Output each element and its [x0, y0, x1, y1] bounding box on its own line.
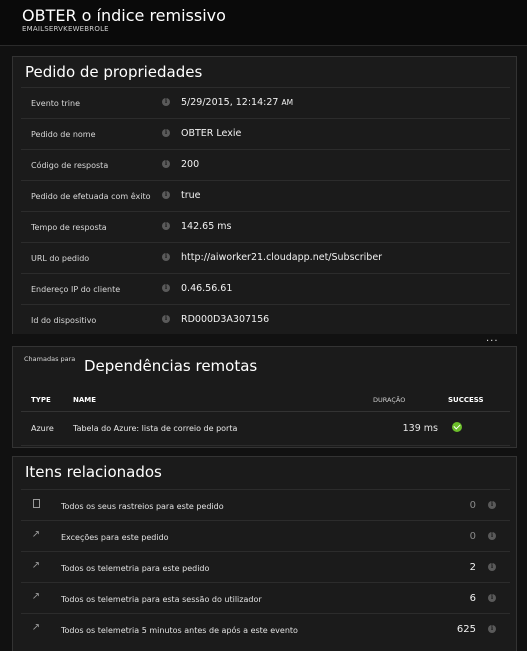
property-value: 5/29/2015, 12:14:27 AM — [181, 97, 294, 108]
arrow-link-icon: ↗ — [31, 622, 41, 633]
related-item-label: Exceções para este pedido — [61, 533, 169, 542]
property-row-client-ip: Endereço IP do cliente i 0.46.56.61 — [21, 273, 510, 304]
info-icon[interactable]: i — [162, 129, 170, 137]
related-item[interactable]: ↗ Todos os telemetria para esta sessão d… — [21, 582, 510, 613]
info-icon[interactable]: i — [162, 284, 170, 292]
column-header-duration[interactable]: DURAÇÃO — [373, 389, 448, 412]
arrow-link-icon: ↗ — [31, 560, 41, 571]
table-header-row: TYPE NAME DURAÇÃO SUCCESS — [21, 389, 510, 412]
info-icon[interactable]: i — [162, 253, 170, 261]
dependency-duration: 139 ms — [373, 411, 448, 446]
property-value: 0.46.56.61 — [181, 283, 233, 294]
property-value: true — [181, 190, 201, 201]
property-value: RD000D3A307156 — [181, 314, 270, 325]
dependency-success — [448, 411, 510, 446]
related-item[interactable]: ↗ Todos os telemetria para este pedido 2… — [21, 551, 510, 582]
info-icon[interactable]: i — [162, 191, 170, 199]
property-label: Evento trine — [31, 99, 80, 108]
info-icon[interactable]: i — [488, 563, 496, 571]
remote-dependencies-title: Dependências remotas — [84, 357, 258, 375]
property-row-request-name: Pedido de nome i OBTER Lexie — [21, 118, 510, 149]
related-item-label: Todos os telemetria 5 minutos antes de a… — [61, 626, 298, 635]
property-label: Pedido de efetuada com êxito — [31, 192, 151, 201]
dependencies-table: TYPE NAME DURAÇÃO SUCCESS Azure Tabela d… — [21, 389, 510, 446]
related-item-count: 0 — [469, 500, 476, 511]
info-icon[interactable]: i — [162, 315, 170, 323]
remote-dependencies-panel: Dependências remotas TYPE NAME DURAÇÃO S… — [12, 346, 517, 448]
column-header-success[interactable]: SUCCESS — [448, 389, 510, 412]
related-item-count: 2 — [469, 562, 476, 573]
property-value[interactable]: http://aiworker21.cloudapp.net/Subscribe… — [181, 252, 382, 263]
property-value: 142.65 ms — [181, 221, 232, 232]
request-properties-title: Pedido de propriedades — [25, 63, 203, 81]
property-label: Id do dispositivo — [31, 316, 97, 325]
related-item-count: 625 — [456, 624, 476, 635]
property-row-response-time: Tempo de resposta i 142.65 ms — [21, 211, 510, 242]
info-icon[interactable]: i — [162, 160, 170, 168]
success-check-icon — [452, 422, 462, 432]
page-subtitle: EMAILSERVKEWEBROLE — [22, 25, 109, 33]
more-button[interactable]: ... — [486, 333, 499, 344]
info-icon[interactable]: i — [488, 594, 496, 602]
related-item-label: Todos os telemetria para esta sessão do … — [61, 595, 262, 604]
related-item-count: 6 — [469, 593, 476, 604]
property-label: Tempo de resposta — [31, 223, 107, 232]
related-items-panel: Itens relacionados Todos os seus rastrei… — [12, 456, 517, 651]
dependency-type: Azure — [21, 411, 73, 446]
related-item-label: Todos os seus rastreios para este pedido — [61, 502, 224, 511]
arrow-link-icon: ↗ — [31, 591, 41, 602]
property-label: Código de resposta — [31, 161, 109, 170]
dependency-name: Tabela do Azure: lista de correio de por… — [73, 411, 373, 446]
property-label: Endereço IP do cliente — [31, 285, 121, 294]
info-icon[interactable]: i — [488, 625, 496, 633]
property-value: 200 — [181, 159, 200, 170]
info-icon[interactable]: i — [488, 532, 496, 540]
property-label: URL do pedido — [31, 254, 90, 263]
related-item-label: Todos os telemetria para este pedido — [61, 564, 210, 573]
arrow-link-icon: ↗ — [31, 529, 41, 540]
property-row-success: Pedido de efetuada com êxito i true — [21, 180, 510, 211]
page-title: OBTER o índice remissivo — [22, 6, 226, 25]
property-row-response-code: Código de resposta i 200 — [21, 149, 510, 180]
related-items-title: Itens relacionados — [25, 463, 162, 481]
info-icon[interactable]: i — [488, 501, 496, 509]
column-header-type[interactable]: TYPE — [21, 389, 73, 412]
info-icon[interactable]: i — [162, 222, 170, 230]
request-properties-panel: Pedido de propriedades Evento trine i 5/… — [12, 56, 517, 334]
related-item-count: 0 — [469, 531, 476, 542]
table-row[interactable]: Azure Tabela do Azure: lista de correio … — [21, 411, 510, 446]
property-row-device-id: Id do dispositivo i RD000D3A307156 — [21, 304, 510, 335]
related-item[interactable]: Todos os seus rastreios para este pedido… — [21, 489, 510, 520]
related-item[interactable]: ↗ Exceções para este pedido 0 i — [21, 520, 510, 551]
property-value: OBTER Lexie — [181, 128, 242, 139]
info-icon[interactable]: i — [162, 98, 170, 106]
column-header-name[interactable]: NAME — [73, 389, 373, 412]
property-row-event-time: Evento trine i 5/29/2015, 12:14:27 AM — [21, 87, 510, 118]
related-item[interactable]: ↗ Todos os telemetria 5 minutos antes de… — [21, 613, 510, 644]
document-icon — [31, 498, 41, 510]
calls-to-label: Chamadas para — [24, 355, 76, 363]
blade-header: OBTER o índice remissivo EMAILSERVKEWEBR… — [0, 0, 527, 46]
property-label: Pedido de nome — [31, 130, 96, 139]
property-row-request-url: URL do pedido i http://aiworker21.clouda… — [21, 242, 510, 273]
